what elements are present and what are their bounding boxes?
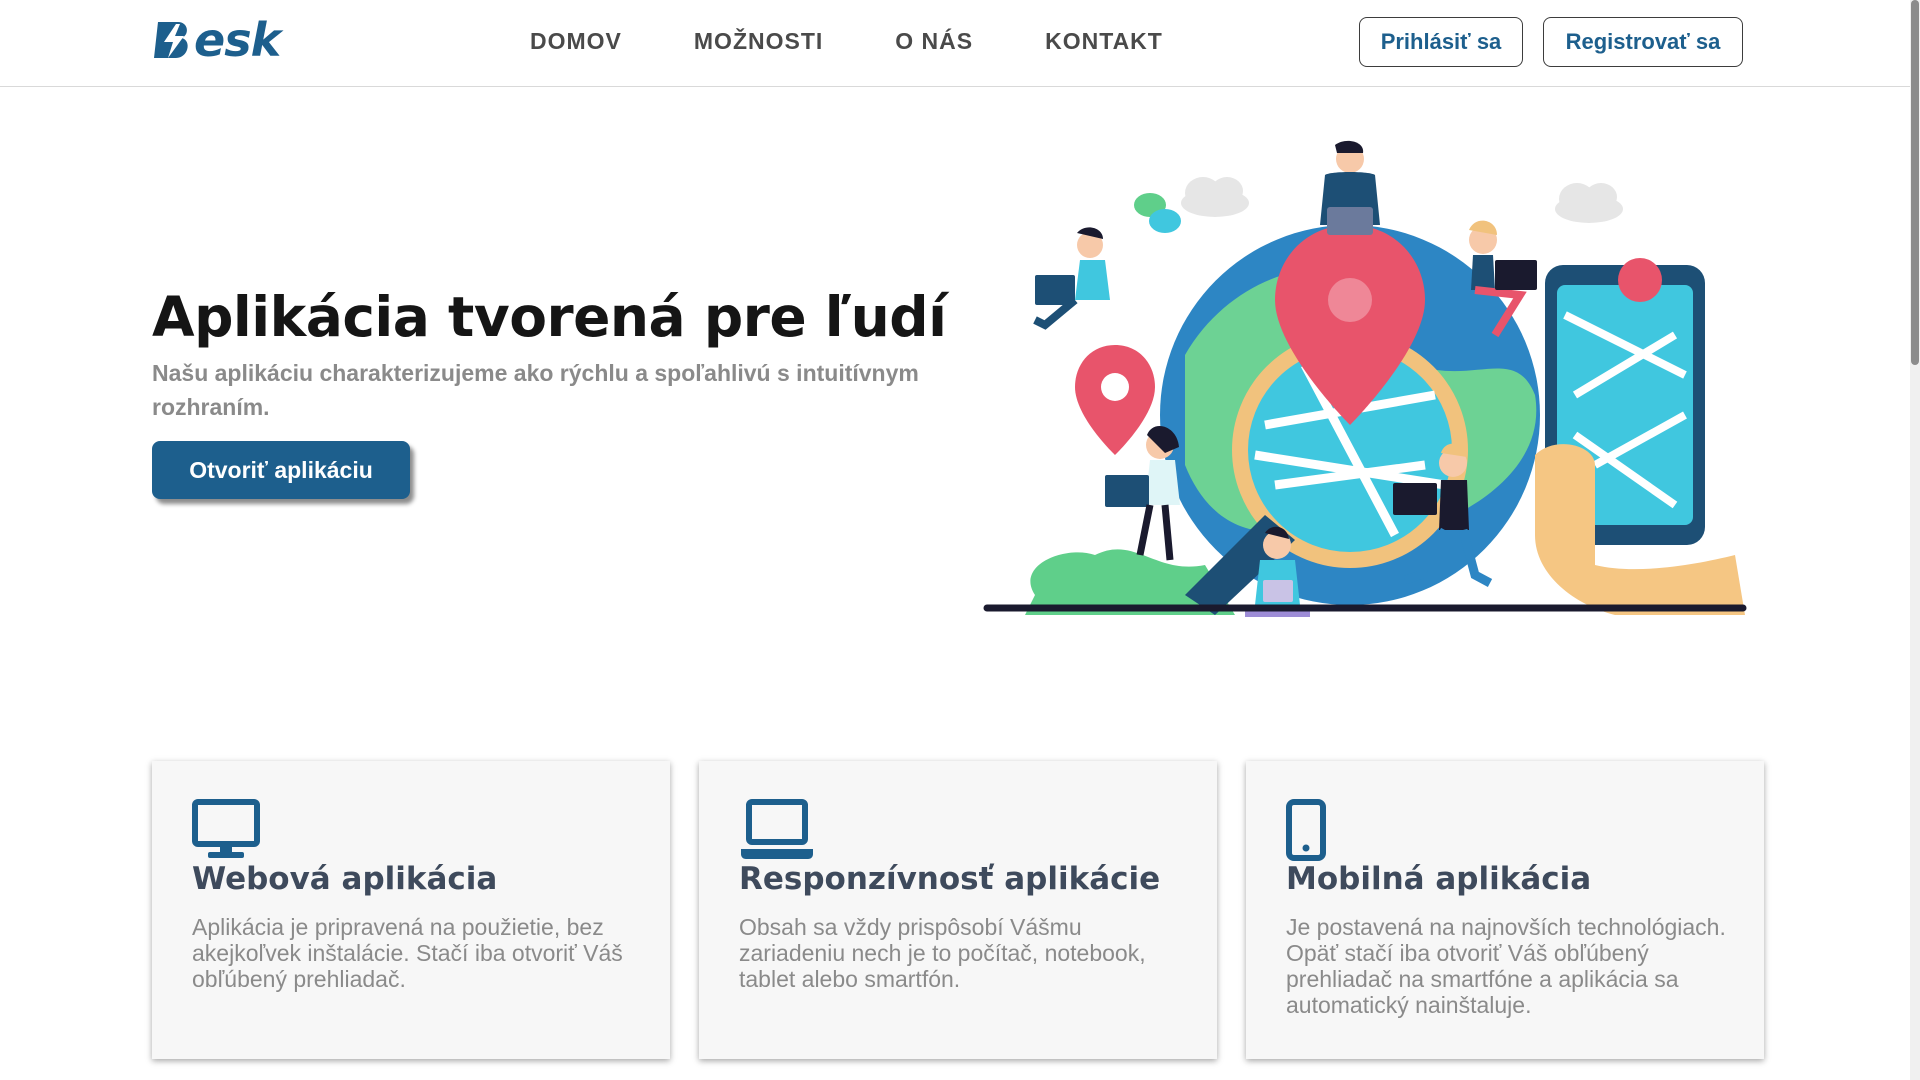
feature-text: Aplikácia je pripravená na použietie, be… bbox=[192, 914, 623, 992]
bolt-b-logo-icon bbox=[154, 22, 188, 58]
feature-card-responsive: Responzívnosť aplikácie Obsah sa vždy pr… bbox=[699, 761, 1217, 1059]
page-scrollbar[interactable] bbox=[1910, 0, 1920, 1080]
brand-logo[interactable]: esk bbox=[152, 13, 281, 67]
feature-card-web: Webová aplikácia Aplikácia je pripravená… bbox=[152, 761, 670, 1059]
nav-o-nas[interactable]: O NÁS bbox=[895, 28, 973, 55]
cloud-icon bbox=[1181, 177, 1249, 217]
feature-title: Webová aplikácia bbox=[192, 861, 498, 897]
feature-card-mobile: Mobilná aplikácia Je postavená na najnov… bbox=[1246, 761, 1764, 1059]
laptop-icon bbox=[741, 799, 813, 859]
logo-text: esk bbox=[194, 13, 281, 67]
phone-illustration bbox=[1535, 258, 1745, 615]
main-nav: DOMOV MOŽNOSTI O NÁS KONTAKT bbox=[530, 28, 1235, 55]
nav-kontakt[interactable]: KONTAKT bbox=[1045, 28, 1163, 55]
register-button[interactable]: Registrovať sa bbox=[1543, 17, 1743, 67]
nav-domov[interactable]: DOMOV bbox=[530, 28, 622, 55]
open-app-button[interactable]: Otvoriť aplikáciu bbox=[152, 441, 410, 499]
hero-subtitle: Našu aplikáciu charakterizujeme ako rých… bbox=[152, 360, 919, 420]
site-header: esk DOMOV MOŽNOSTI O NÁS KONTAKT Prihlás… bbox=[0, 0, 1920, 87]
hero-title: Aplikácia tvorená pre ľudí bbox=[152, 285, 947, 349]
cloud-icon bbox=[1555, 183, 1623, 223]
hero-illustration bbox=[983, 140, 1747, 617]
monitor-icon bbox=[192, 799, 260, 858]
nav-moznosti[interactable]: MOŽNOSTI bbox=[694, 28, 823, 55]
feature-title: Responzívnosť aplikácie bbox=[739, 861, 1161, 897]
feature-text: Obsah sa vždy prispôsobí Vášmu zariadeni… bbox=[739, 914, 1146, 992]
person-on-pin bbox=[1320, 140, 1380, 235]
feature-text: Je postavená na najnovších technológiach… bbox=[1286, 914, 1726, 1018]
person-left-laptop bbox=[1033, 227, 1110, 330]
login-button[interactable]: Prihlásiť sa bbox=[1359, 17, 1523, 67]
scrollbar-thumb[interactable] bbox=[1911, 0, 1919, 365]
feature-title: Mobilná aplikácia bbox=[1286, 861, 1592, 897]
location-pin-icon bbox=[1075, 345, 1155, 455]
smartphone-icon bbox=[1286, 799, 1326, 861]
chat-bubble-icon bbox=[1134, 193, 1181, 233]
